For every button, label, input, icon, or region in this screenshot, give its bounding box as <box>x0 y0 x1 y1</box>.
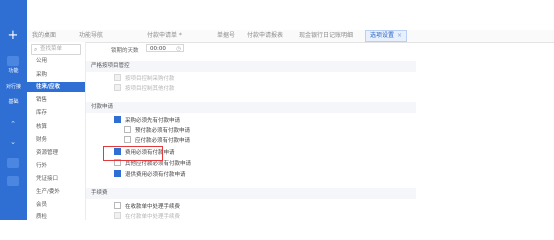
sidebar-item-resource[interactable]: 资源管理 <box>27 148 85 158</box>
app-rail: + 功能 对行接 基础 ⌃ ⌄ <box>0 0 27 220</box>
sidebar-item-inventory[interactable]: 库存 <box>27 108 85 118</box>
top-header <box>27 0 554 30</box>
option-project-other[interactable]: 按项目控制其他付款 <box>114 84 175 93</box>
tab-function-nav[interactable]: 功能导航 <box>79 31 103 41</box>
close-icon[interactable]: × <box>397 32 402 39</box>
sidebar-item-common[interactable]: 公用 <box>27 56 85 66</box>
option-payable-request[interactable]: 应付款必须有付款申请 <box>124 136 191 145</box>
tab-payment-request[interactable]: 付款申请单 * <box>147 31 182 41</box>
tab-options[interactable]: 选项设置 × <box>365 30 408 42</box>
rail-label-connect[interactable]: 对行接 <box>2 83 25 90</box>
sidebar-item-accounting[interactable]: 核算 <box>27 122 85 132</box>
menu-search-input[interactable]: ⌕ 查找菜单 <box>31 44 81 55</box>
option-fee-receipt[interactable]: 在收款单中处理手续费 <box>114 202 181 211</box>
rail-label-basic[interactable]: 基础 <box>2 98 25 105</box>
sidebar-item-production[interactable]: 生产/委外 <box>27 187 85 197</box>
option-label: 按项目控制其他付款 <box>125 86 175 92</box>
sidebar-item-finance[interactable]: 财务 <box>27 135 85 145</box>
option-return-expense-request[interactable]: 退供费用必须有付款申请 <box>114 170 186 179</box>
option-label: 应付款必须有付款申请 <box>135 138 191 144</box>
option-label: 其他应付款必须有付款申请 <box>125 161 192 167</box>
tab-payment-report[interactable]: 付款申请报表 <box>247 31 283 41</box>
option-fee-payment[interactable]: 在付款单中处理手续费 <box>114 212 181 221</box>
settings-icon[interactable] <box>7 158 19 168</box>
sidebar-item-receivable[interactable]: 往来/应收 <box>27 82 85 92</box>
option-other-payable-request[interactable]: 其他应付款必须有付款申请 <box>114 159 192 168</box>
option-purchase-request[interactable]: 采购必须先有付款申请 <box>114 116 181 125</box>
section-payment-request: 付款申请 <box>86 102 416 113</box>
chevron-down-icon[interactable]: ⌄ <box>7 138 19 148</box>
sidebar-item-member[interactable]: 会员 <box>27 200 85 210</box>
rail-label-function[interactable]: 功能 <box>2 67 25 74</box>
checkbox[interactable] <box>124 136 131 143</box>
lock-days-label: 锁期的天数 <box>111 48 139 54</box>
sidebar-item-voucher[interactable]: 凭证接口 <box>27 174 85 184</box>
sidebar-item-quality[interactable]: 质检 <box>27 212 85 222</box>
checkbox[interactable] <box>114 202 121 209</box>
tab-cash-journal[interactable]: 现金银行日记账明细 <box>299 31 353 41</box>
checkbox[interactable] <box>114 212 121 219</box>
option-label: 退供费用必须有付款申请 <box>125 172 186 178</box>
lock-days-value: 00:00 <box>150 46 166 52</box>
option-label: 在收款单中处理手续费 <box>125 204 181 210</box>
option-project-purchase[interactable]: 按项目控制采购付款 <box>114 74 175 83</box>
list-icon[interactable] <box>7 176 19 186</box>
sidebar-menu: ⌕ 查找菜单 公用 采购 往来/应收 销售 库存 核算 财务 资源管理 行外 凭… <box>27 42 86 220</box>
checkbox[interactable] <box>114 74 121 81</box>
function-icon[interactable] <box>7 56 19 66</box>
add-icon[interactable]: + <box>6 29 20 42</box>
lock-days-input[interactable]: 00:00 ◷ <box>146 44 184 52</box>
option-label: 按项目控制采购付款 <box>125 76 175 82</box>
clock-icon: ◷ <box>176 46 181 52</box>
option-label: 在付款单中处理手续费 <box>125 214 181 220</box>
sidebar-item-purchase[interactable]: 采购 <box>27 70 85 80</box>
checkbox[interactable] <box>114 84 121 91</box>
chevron-up-icon[interactable]: ⌃ <box>7 120 19 130</box>
checkbox-checked[interactable] <box>114 116 121 123</box>
checkbox-checked[interactable] <box>114 170 121 177</box>
tab-options-label: 选项设置 <box>370 32 395 39</box>
options-panel: 锁期的天数 00:00 ◷ 严格按项目管控 按项目控制采购付款 按项目控制其他付… <box>86 42 554 220</box>
highlight-box <box>103 146 163 161</box>
option-prepay-request[interactable]: 预付款必须有付款申请 <box>124 126 191 135</box>
tab-doc-number[interactable]: 单据号 <box>217 31 235 41</box>
option-label: 预付款必须有付款申请 <box>135 128 191 134</box>
section-project-control: 严格按项目管控 <box>86 61 416 72</box>
sidebar-item-sales[interactable]: 销售 <box>27 95 85 105</box>
tab-desktop[interactable]: 我的桌面 <box>32 31 56 41</box>
search-icon: ⌕ <box>34 46 38 53</box>
option-label: 采购必须先有付款申请 <box>125 118 181 124</box>
search-placeholder: 查找菜单 <box>40 46 63 52</box>
sidebar-item-outside[interactable]: 行外 <box>27 161 85 171</box>
checkbox[interactable] <box>124 126 131 133</box>
section-handling-fee: 手续费 <box>86 188 416 199</box>
